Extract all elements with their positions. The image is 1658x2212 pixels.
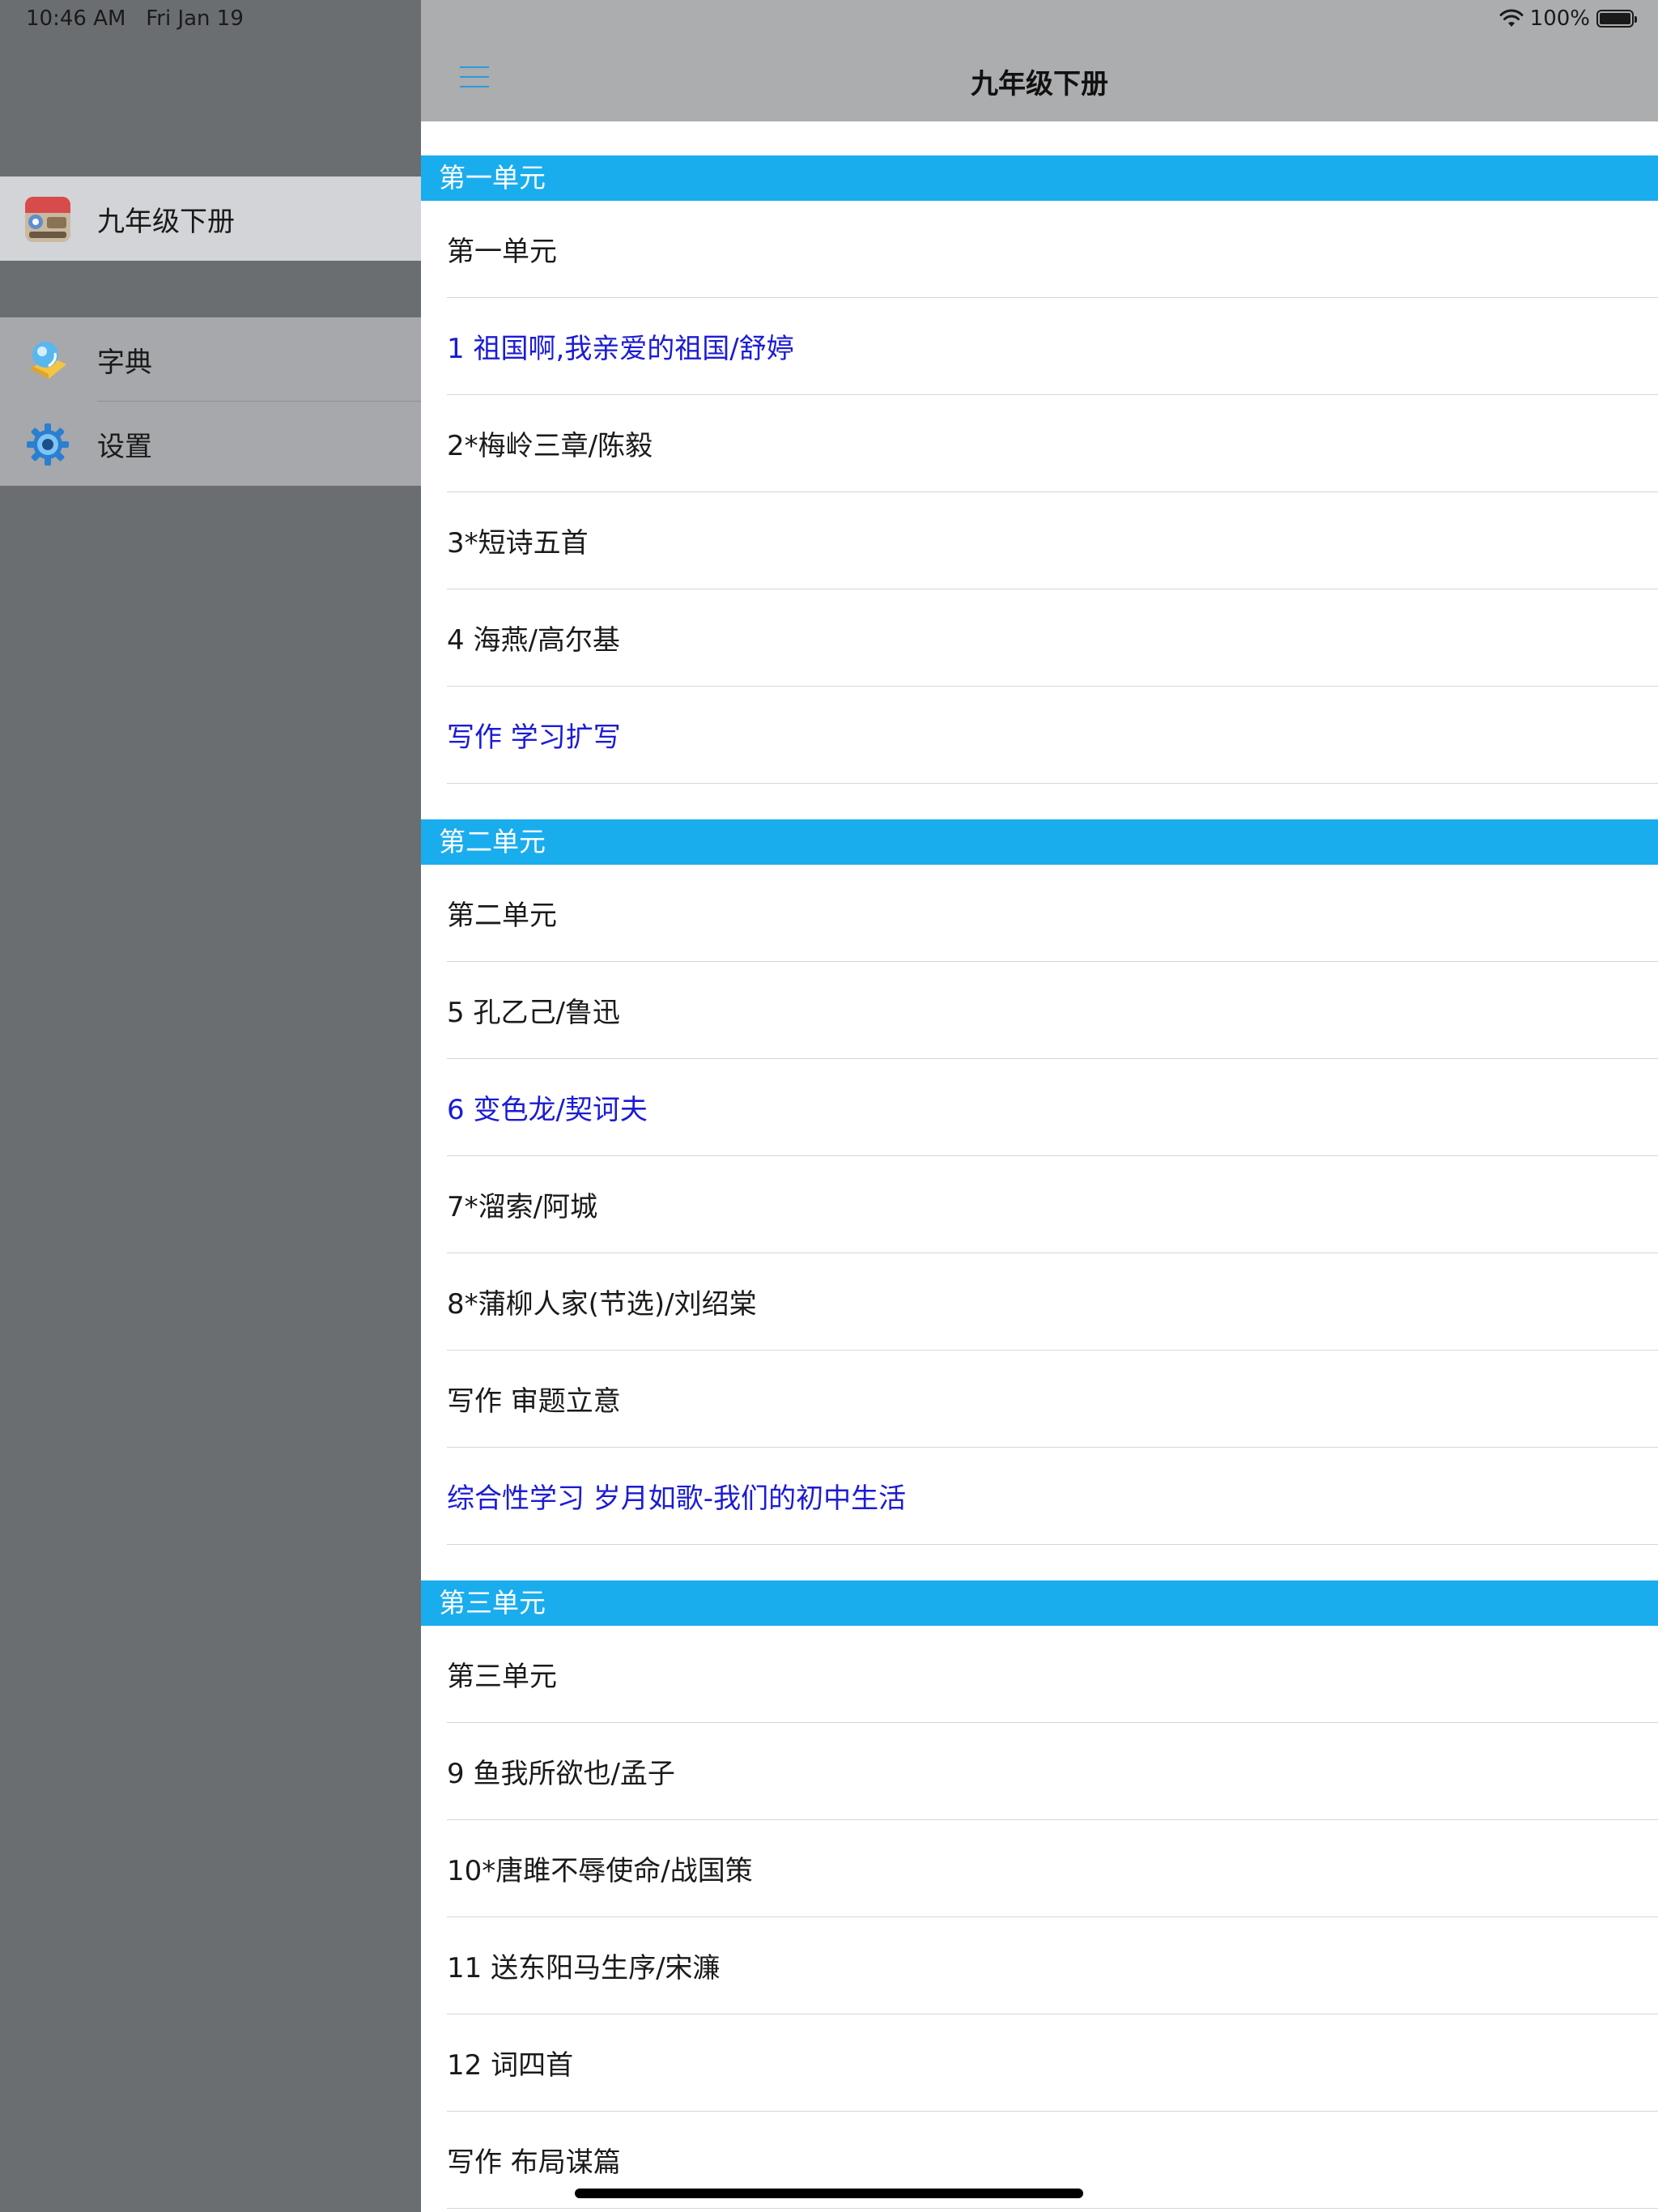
sidebar-item-settings[interactable]: 设置 (0, 402, 421, 486)
list-item[interactable]: 写作 审题立意 (447, 1351, 1658, 1448)
list-item[interactable]: 写作 学习扩写 (447, 687, 1658, 784)
list-item[interactable]: 3*短诗五首 (447, 492, 1658, 589)
list-item[interactable]: 12 词四首 (447, 2014, 1658, 2112)
list-item[interactable]: 综合性学习 岁月如歌-我们的初中生活 (447, 1448, 1658, 1545)
main-panel: 九年级下册 第一单元 第一单元 1 祖国啊,我亲爱的祖国/舒婷 2*梅岭三章/陈… (421, 0, 1658, 2212)
list-item[interactable]: 第一单元 (447, 201, 1658, 298)
list-item[interactable]: 第三单元 (447, 1626, 1658, 1723)
home-indicator[interactable] (575, 2189, 1083, 2198)
page-title: 九年级下册 (971, 68, 1108, 100)
list-item[interactable]: 11 送东阳马生序/宋濂 (447, 1917, 1658, 2014)
sidebar-item-dictionary[interactable]: 字典 (0, 317, 421, 402)
list-item[interactable]: 5 孔乙己/鲁迅 (447, 962, 1658, 1059)
dictionary-icon (31, 342, 66, 379)
battery-icon (1596, 10, 1637, 28)
sidebar-item-label: 设置 (97, 430, 152, 463)
list-item[interactable]: 1 祖国啊,我亲爱的祖国/舒婷 (447, 298, 1658, 395)
battery-fill (1600, 13, 1630, 24)
sidebar-item-label: 九年级下册 (97, 205, 235, 238)
list-item[interactable]: 4 海燕/高尔基 (447, 589, 1658, 687)
list-item[interactable]: 2*梅岭三章/陈毅 (447, 395, 1658, 492)
book-cover-icon (25, 197, 70, 242)
battery-percent: 100% (1529, 6, 1590, 31)
section-header-unit-3: 第三单元 (421, 1580, 1658, 1626)
section-header-unit-2: 第二单元 (421, 819, 1658, 865)
list-item[interactable]: 第二单元 (447, 865, 1658, 962)
list-item[interactable]: 8*蒲柳人家(节选)/刘绍棠 (447, 1253, 1658, 1351)
gear-icon (27, 423, 69, 466)
wifi-icon (1499, 9, 1524, 27)
section-header-unit-1: 第一单元 (421, 155, 1658, 201)
status-indicators: 100% (1499, 6, 1637, 31)
list-item[interactable]: 7*溜索/阿城 (447, 1156, 1658, 1253)
sidebar-item-grade9-book2[interactable]: 九年级下册 (0, 177, 421, 261)
list-item[interactable]: 6 变色龙/契诃夫 (447, 1059, 1658, 1156)
sidebar-item-label: 字典 (97, 346, 152, 379)
list-item[interactable]: 9 鱼我所欲也/孟子 (447, 1723, 1658, 1820)
list-item[interactable]: 10*唐雎不辱使命/战国策 (447, 1820, 1658, 1917)
navigation-bar: 九年级下册 (421, 0, 1658, 121)
sidebar: 九年级下册 字典 设置 (0, 0, 421, 2212)
